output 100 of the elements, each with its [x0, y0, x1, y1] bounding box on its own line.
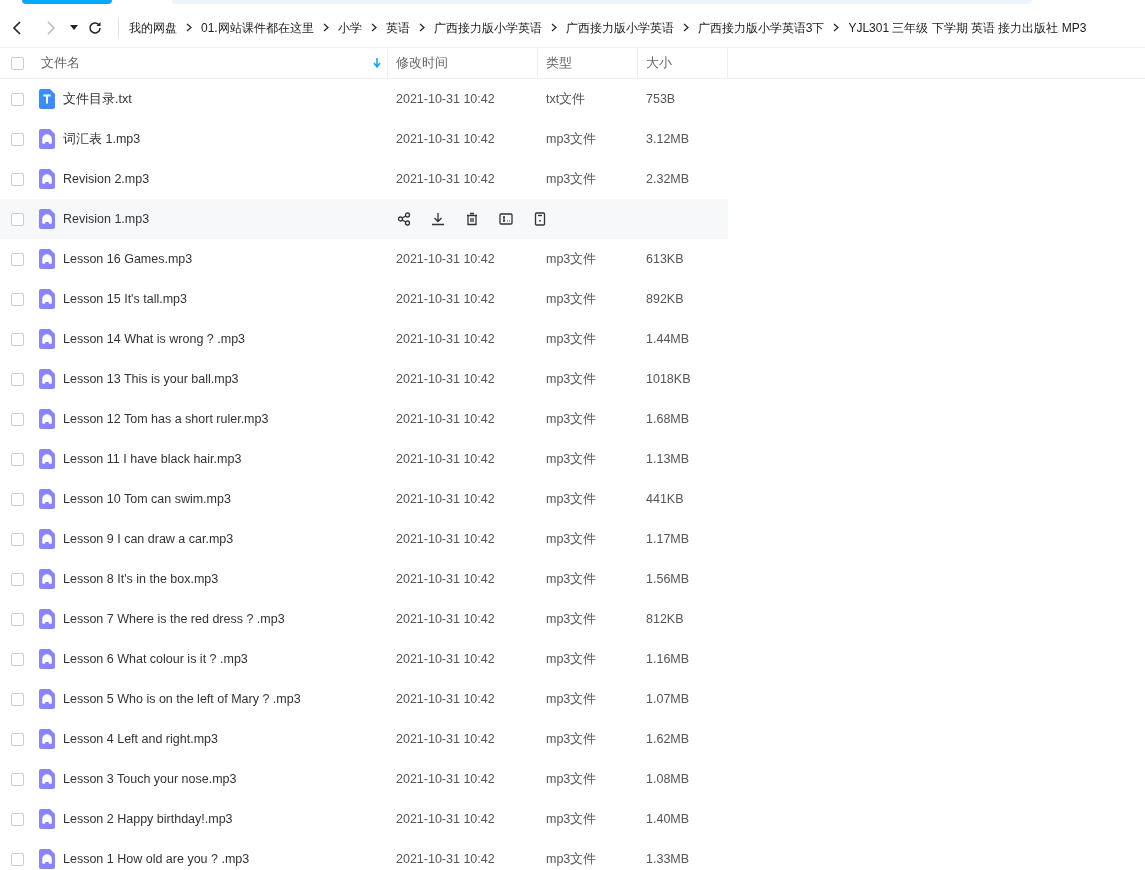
file-row[interactable]: Lesson 9 I can draw a car.mp3 2021-10-31 10:42 mp3文件 1.17MB [0, 519, 728, 559]
audio-file-icon [39, 369, 55, 389]
row-checkbox[interactable] [11, 332, 24, 346]
file-row[interactable]: Lesson 14 What is wrong ? .mp3 2021-10-31 10:42 mp3文件 1.44MB [0, 319, 728, 359]
file-name[interactable]: Lesson 12 Tom has a short ruler.mp3 [63, 412, 269, 426]
row-checkbox[interactable] [11, 372, 24, 386]
file-row[interactable]: Lesson 16 Games.mp3 2021-10-31 10:42 mp3文件 613KB [0, 239, 728, 279]
file-name[interactable]: Lesson 3 Touch your nose.mp3 [63, 772, 237, 786]
file-name[interactable]: Lesson 7 Where is the red dress ? .mp3 [63, 612, 285, 626]
file-row[interactable]: Lesson 1 How old are you ? .mp3 2021-10-31 10:42 mp3文件 1.33MB [0, 839, 728, 870]
file-name[interactable]: Lesson 1 How old are you ? .mp3 [63, 852, 250, 866]
row-checkbox[interactable] [11, 692, 24, 706]
breadcrumb-link[interactable]: 广西接力版小学英语 [433, 19, 542, 37]
file-row[interactable]: Revision 2.mp3 2021-10-31 10:42 mp3文件 2.32MB [0, 159, 728, 199]
row-checkbox[interactable] [11, 292, 24, 306]
audio-file-icon [39, 729, 55, 749]
row-checkbox[interactable] [11, 132, 24, 146]
file-name[interactable]: Lesson 13 This is your ball.mp3 [63, 372, 239, 386]
forward-button[interactable] [46, 21, 56, 35]
file-name[interactable]: Lesson 9 I can draw a car.mp3 [63, 532, 234, 546]
breadcrumb-link[interactable]: 英语 [385, 19, 410, 37]
more-button[interactable] [533, 212, 547, 226]
file-row[interactable]: 文件目录.txt 2021-10-31 10:42 txt文件 753B [0, 79, 728, 119]
file-name[interactable]: Lesson 10 Tom can swim.mp3 [63, 492, 231, 506]
breadcrumb-link[interactable]: 广西接力版小学英语3下 [697, 19, 825, 37]
row-checkbox[interactable] [11, 532, 24, 546]
file-name[interactable]: Lesson 2 Happy birthday!.mp3 [63, 812, 233, 826]
row-checkbox[interactable] [11, 572, 24, 586]
file-name[interactable]: 词汇表 1.mp3 [63, 130, 141, 148]
file-name[interactable]: Lesson 14 What is wrong ? .mp3 [63, 332, 246, 346]
back-button[interactable] [12, 21, 22, 35]
column-header[interactable]: 文件名 [41, 54, 373, 72]
share-button[interactable] [397, 212, 411, 226]
column-header[interactable]: 修改时间 [396, 54, 537, 72]
file-name[interactable]: Lesson 16 Games.mp3 [63, 252, 193, 266]
column-header[interactable]: 大小 [646, 54, 727, 72]
file-size: 1.07MB [645, 692, 691, 706]
file-row[interactable]: Lesson 7 Where is the red dress ? .mp3 2021-10-31 10:42 mp3文件 812KB [0, 599, 728, 639]
file-name[interactable]: Lesson 11 I have black hair.mp3 [63, 452, 242, 466]
file-name[interactable]: Lesson 6 What colour is it ? .mp3 [63, 652, 248, 666]
breadcrumb-link[interactable]: 广西接力版小学英语 [565, 19, 674, 37]
row-checkbox[interactable] [11, 612, 24, 626]
column-header[interactable]: 类型 [546, 54, 637, 72]
file-row[interactable]: Lesson 11 I have black hair.mp3 2021-10-31 10:42 mp3文件 1.13MB [0, 439, 728, 479]
file-size: 2.32MB [645, 172, 691, 186]
modified-time: 2021-10-31 10:42 [395, 452, 496, 466]
breadcrumb-link[interactable]: YJL301 三年级 下学期 英语 接力出版社 MP3 [848, 19, 1087, 37]
modified-time: 2021-10-31 10:42 [395, 812, 496, 826]
file-row[interactable]: Lesson 4 Left and right.mp3 2021-10-31 10:42 mp3文件 1.62MB [0, 719, 728, 759]
modified-time: 2021-10-31 10:42 [395, 292, 496, 306]
file-name[interactable]: Lesson 8 It's in the box.mp3 [63, 572, 219, 586]
file-name[interactable]: Lesson 15 It's tall.mp3 [63, 292, 187, 306]
audio-file-icon [39, 649, 55, 669]
row-checkbox[interactable] [11, 172, 24, 186]
file-row[interactable]: Lesson 2 Happy birthday!.mp3 2021-10-31 10:42 mp3文件 1.40MB [0, 799, 728, 839]
audio-file-icon [39, 569, 55, 589]
file-size: 1.33MB [645, 852, 691, 866]
file-type: mp3文件 [545, 610, 598, 628]
file-row[interactable]: Lesson 10 Tom can swim.mp3 2021-10-31 10:42 mp3文件 441KB [0, 479, 728, 519]
file-size: 441KB [645, 492, 685, 506]
row-checkbox[interactable] [11, 492, 24, 506]
row-checkbox[interactable] [11, 732, 24, 746]
file-row[interactable]: Lesson 6 What colour is it ? .mp3 2021-10-31 10:42 mp3文件 1.16MB [0, 639, 728, 679]
breadcrumb-link[interactable]: 我的网盘 [129, 19, 177, 37]
file-row[interactable]: Lesson 3 Touch your nose.mp3 2021-10-31 10:42 mp3文件 1.08MB [0, 759, 728, 799]
file-name[interactable]: 文件目录.txt [63, 90, 132, 108]
audio-file-icon [39, 769, 55, 789]
file-name[interactable]: Revision 2.mp3 [63, 172, 150, 186]
modified-time: 2021-10-31 10:42 [395, 412, 496, 426]
delete-button[interactable] [465, 212, 479, 226]
row-checkbox[interactable] [11, 212, 24, 226]
audio-file-icon [39, 249, 55, 269]
row-checkbox[interactable] [11, 812, 24, 826]
history-dropdown-button[interactable] [70, 25, 78, 31]
row-checkbox[interactable] [11, 852, 24, 866]
file-name[interactable]: Lesson 5 Who is on the left of Mary ? .mp3 [63, 692, 301, 706]
row-checkbox[interactable] [11, 772, 24, 786]
row-checkbox[interactable] [11, 652, 24, 666]
breadcrumb-link[interactable]: 小学 [337, 19, 362, 37]
file-row[interactable]: Lesson 15 It's tall.mp3 2021-10-31 10:42 mp3文件 892KB [0, 279, 728, 319]
file-row[interactable]: 词汇表 1.mp3 2021-10-31 10:42 mp3文件 3.12MB [0, 119, 728, 159]
row-checkbox[interactable] [11, 92, 24, 106]
row-checkbox[interactable] [11, 412, 24, 426]
row-checkbox[interactable] [11, 452, 24, 466]
select-all-checkbox[interactable] [11, 56, 24, 70]
sort-arrow-icon[interactable] [373, 58, 381, 68]
file-row[interactable]: Lesson 13 This is your ball.mp3 2021-10-31 10:42 mp3文件 1018KB [0, 359, 728, 399]
file-type: mp3文件 [545, 450, 598, 468]
refresh-button[interactable] [88, 21, 102, 35]
file-row[interactable]: Lesson 12 Tom has a short ruler.mp3 2021-10-31 10:42 mp3文件 1.68MB [0, 399, 728, 439]
file-name[interactable]: Revision 1.mp3 [63, 212, 150, 226]
download-button[interactable] [431, 212, 445, 226]
breadcrumb-link[interactable]: 01.网站课件都在这里 [201, 19, 314, 37]
row-checkbox[interactable] [11, 252, 24, 266]
file-size: 1.40MB [645, 812, 691, 826]
file-row[interactable]: Revision 1.mp3 [0, 199, 728, 239]
rename-button[interactable] [499, 212, 513, 226]
file-row[interactable]: Lesson 8 It's in the box.mp3 2021-10-31 10:42 mp3文件 1.56MB [0, 559, 728, 599]
file-row[interactable]: Lesson 5 Who is on the left of Mary ? .mp3 2021-10-31 10:42 mp3文件 1.07MB [0, 679, 728, 719]
file-name[interactable]: Lesson 4 Left and right.mp3 [63, 732, 218, 746]
